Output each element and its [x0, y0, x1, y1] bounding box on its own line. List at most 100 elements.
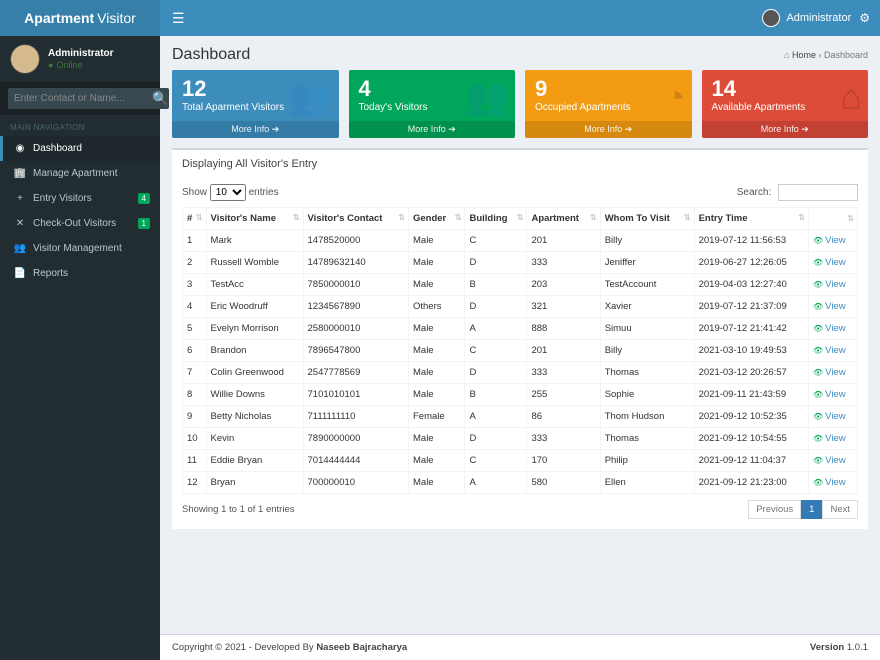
sidebar-toggle[interactable]: ☰ — [160, 10, 197, 27]
table-cell: A — [465, 318, 527, 340]
table-cell: 2021-09-12 21:23:00 — [694, 472, 808, 494]
avatar[interactable] — [762, 9, 780, 27]
more-info-link[interactable]: More Info ➔ — [702, 121, 869, 138]
page-1[interactable]: 1 — [801, 500, 822, 519]
view-link[interactable]: View — [813, 433, 846, 444]
table-cell: Simuu — [600, 318, 694, 340]
action-cell: View — [809, 450, 858, 472]
view-link[interactable]: View — [813, 257, 846, 268]
top-username[interactable]: Administrator — [786, 12, 851, 24]
col-header[interactable]: Apartment⇅ — [527, 208, 600, 230]
table-row: 6Brandon7896547800MaleC201Billy2021-03-1… — [183, 340, 858, 362]
col-header[interactable]: Visitor's Name⇅ — [206, 208, 303, 230]
table-cell: B — [465, 274, 527, 296]
more-info-link[interactable]: More Info ➔ — [525, 121, 692, 138]
col-header[interactable]: Whom To Visit⇅ — [600, 208, 694, 230]
table-cell: Billy — [600, 340, 694, 362]
pagination: Previous 1 Next — [748, 500, 858, 519]
col-header[interactable]: Entry Time⇅ — [694, 208, 808, 230]
table-cell: 2021-03-12 20:26:57 — [694, 362, 808, 384]
user-panel: Administrator Online — [0, 36, 160, 82]
logo[interactable]: Apartment Visitor — [0, 0, 160, 36]
col-header[interactable]: Building⇅ — [465, 208, 527, 230]
view-link[interactable]: View — [813, 323, 846, 334]
view-link[interactable]: View — [813, 389, 846, 400]
table-row: 4Eric Woodruff1234567890OthersD321Xavier… — [183, 296, 858, 318]
view-link[interactable]: View — [813, 301, 846, 312]
table-cell: Male — [409, 362, 465, 384]
table-row: 7Colin Greenwood2547778569MaleD333Thomas… — [183, 362, 858, 384]
table-cell: 12 — [183, 472, 207, 494]
table-cell: Betty Nicholas — [206, 406, 303, 428]
table-cell: Male — [409, 340, 465, 362]
table-cell: 333 — [527, 362, 600, 384]
view-link[interactable]: View — [813, 235, 846, 246]
stat-label: Occupied Apartments — [535, 102, 682, 113]
table-cell: 7896547800 — [303, 340, 408, 362]
col-header[interactable]: ⇅ — [809, 208, 858, 230]
col-header[interactable]: #⇅ — [183, 208, 207, 230]
table-cell: Sophie — [600, 384, 694, 406]
logo-light: Visitor — [97, 10, 136, 26]
table-row: 8Willie Downs7101010101MaleB255Sophie202… — [183, 384, 858, 406]
sidebar-item-label: Check-Out Visitors — [33, 218, 116, 229]
table-cell: Eddie Bryan — [206, 450, 303, 472]
stat-label: Available Apartments — [712, 102, 859, 113]
sort-icon: ⇅ — [196, 213, 202, 222]
table-search-input[interactable] — [778, 184, 858, 201]
table-row: 12Bryan700000010MaleA580Ellen2021-09-12 … — [183, 472, 858, 494]
table-cell: Female — [409, 406, 465, 428]
action-cell: View — [809, 428, 858, 450]
col-header[interactable]: Visitor's Contact⇅ — [303, 208, 408, 230]
crumb-home[interactable]: Home — [792, 50, 816, 60]
view-link[interactable]: View — [813, 477, 846, 488]
more-info-link[interactable]: More Info ➔ — [349, 121, 516, 138]
table-cell: Brandon — [206, 340, 303, 362]
page-prev[interactable]: Previous — [748, 500, 801, 519]
table-cell: 2019-07-12 21:37:09 — [694, 296, 808, 318]
table-row: 2Russell Womble14789632140MaleD333Jeniff… — [183, 252, 858, 274]
table-cell: D — [465, 362, 527, 384]
more-info-link[interactable]: More Info ➔ — [172, 121, 339, 138]
action-cell: View — [809, 230, 858, 252]
sidebar-item-dashboard[interactable]: ◉Dashboard — [0, 136, 160, 161]
view-link[interactable]: View — [813, 279, 846, 290]
view-link[interactable]: View — [813, 411, 846, 422]
gear-icon[interactable]: ⚙ — [859, 11, 870, 25]
table-row: 9Betty Nicholas7111111110FemaleA86Thom H… — [183, 406, 858, 428]
sidebar-item-entry-visitors[interactable]: +Entry Visitors4 — [0, 186, 160, 211]
table-row: 10Kevin7890000000MaleD333Thomas2021-09-1… — [183, 428, 858, 450]
sidebar-item-reports[interactable]: 📄Reports — [0, 261, 160, 286]
table-cell: 8 — [183, 384, 207, 406]
action-cell: View — [809, 274, 858, 296]
sidebar-item-visitor-management[interactable]: 👥Visitor Management — [0, 236, 160, 261]
table-cell: 888 — [527, 318, 600, 340]
stat-row: 12Total Aparment Visitors👥More Info ➔4To… — [160, 70, 880, 148]
view-link[interactable]: View — [813, 455, 846, 466]
table-cell: 1478520000 — [303, 230, 408, 252]
col-header[interactable]: Gender⇅ — [409, 208, 465, 230]
menu-icon: 🏢 — [13, 168, 27, 179]
view-link[interactable]: View — [813, 345, 846, 356]
sidebar-item-label: Reports — [33, 268, 68, 279]
table-cell: 170 — [527, 450, 600, 472]
sidebar-item-manage-apartment[interactable]: 🏢Manage Apartment — [0, 161, 160, 186]
sidebar-item-label: Dashboard — [33, 143, 82, 154]
table-cell: 1234567890 — [303, 296, 408, 318]
page-next[interactable]: Next — [822, 500, 858, 519]
table-cell: TestAcc — [206, 274, 303, 296]
breadcrumb: ⌂ Home › Dashboard — [784, 50, 868, 60]
search-input[interactable] — [8, 88, 152, 109]
table-cell: 10 — [183, 428, 207, 450]
table-cell: 2021-09-12 11:04:37 — [694, 450, 808, 472]
user-status: Online — [48, 60, 114, 71]
table-cell: Male — [409, 450, 465, 472]
table-cell: Willie Downs — [206, 384, 303, 406]
stat-number: 14 — [712, 76, 859, 102]
table-cell: 9 — [183, 406, 207, 428]
table-cell: 2019-07-12 11:56:53 — [694, 230, 808, 252]
page-length-select[interactable]: 10 — [210, 184, 246, 201]
table-cell: 203 — [527, 274, 600, 296]
view-link[interactable]: View — [813, 367, 846, 378]
sidebar-item-check-out-visitors[interactable]: ✕Check-Out Visitors1 — [0, 211, 160, 236]
